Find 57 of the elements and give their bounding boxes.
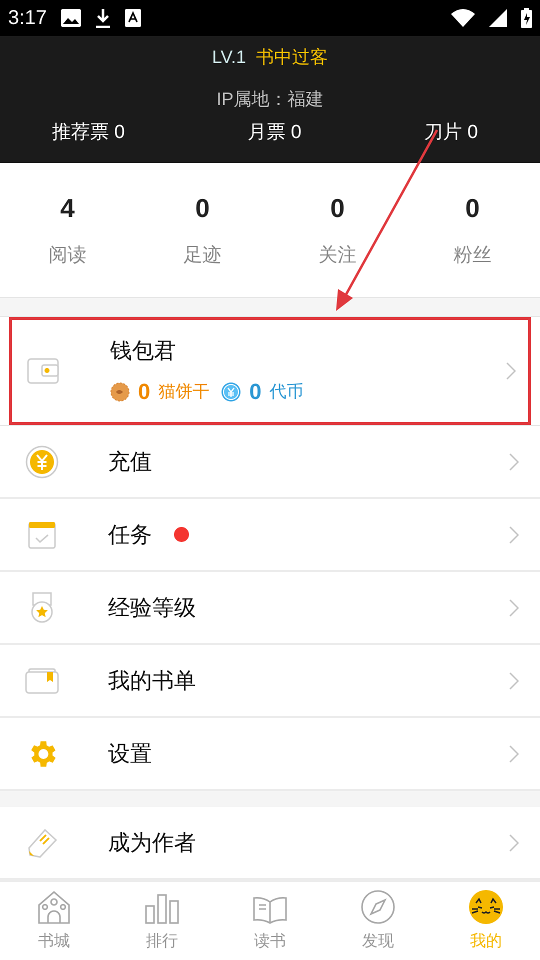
level-label: LV.1 bbox=[212, 46, 246, 70]
coin-icon bbox=[25, 444, 59, 479]
ip-location: IP属地：福建 bbox=[216, 88, 324, 111]
download-icon bbox=[94, 8, 111, 28]
menu-label: 成为作者 bbox=[108, 829, 196, 858]
level-title: 书中过客 bbox=[256, 46, 328, 70]
stat-label[interactable]: 关注 bbox=[318, 242, 356, 271]
battery-icon bbox=[521, 8, 532, 28]
calendar-check-icon bbox=[27, 520, 57, 550]
balance-label: 猫饼干 bbox=[158, 381, 210, 403]
coin-icon bbox=[221, 382, 242, 402]
menu-label: 设置 bbox=[108, 740, 152, 768]
menu-label: 经验等级 bbox=[108, 594, 196, 622]
stat-label[interactable]: 足迹 bbox=[184, 242, 222, 271]
wallet-title: 钱包君 bbox=[110, 337, 177, 366]
keyboard-icon bbox=[124, 8, 141, 27]
menu-label: 任务 bbox=[108, 521, 152, 550]
chevron-right-icon bbox=[509, 744, 519, 763]
highlight-frame[interactable]: 钱包君 0 猫饼干 0 代币 bbox=[9, 317, 531, 426]
balance-amount: 0 bbox=[138, 378, 150, 406]
cat-face-icon bbox=[469, 890, 503, 924]
folder-bookmark-icon bbox=[25, 668, 59, 694]
ticket-count[interactable]: 刀片 0 bbox=[424, 118, 478, 148]
house-icon bbox=[37, 890, 71, 924]
menu-item[interactable]: 经验等级 bbox=[0, 572, 540, 646]
balance-label: 代币 bbox=[270, 381, 304, 403]
bar-chart-icon bbox=[145, 894, 179, 924]
stat-label[interactable]: 粉丝 bbox=[454, 242, 492, 271]
image-icon bbox=[60, 8, 81, 27]
chevron-right-icon bbox=[509, 834, 519, 852]
ticket-count[interactable]: 月票 0 bbox=[248, 118, 302, 148]
wifi-icon bbox=[451, 8, 475, 27]
chevron-right-icon bbox=[509, 598, 519, 617]
chevron-right-icon bbox=[509, 672, 519, 690]
stat-value: 0 bbox=[465, 192, 480, 226]
balance-amount: 0 bbox=[249, 378, 262, 406]
menu-label: 我的书单 bbox=[108, 667, 196, 696]
chevron-right-icon bbox=[506, 362, 516, 380]
menu-item[interactable]: 我的书单 bbox=[0, 645, 540, 718]
signal-icon bbox=[489, 8, 507, 27]
status-time: 3:17 bbox=[8, 6, 47, 31]
stat-label[interactable]: 阅读 bbox=[48, 242, 86, 271]
chevron-right-icon bbox=[509, 452, 519, 471]
stat-value: 0 bbox=[195, 192, 210, 226]
medal-icon bbox=[30, 592, 54, 624]
menu-item[interactable]: 设置 bbox=[0, 718, 540, 792]
stat-value: 0 bbox=[330, 192, 345, 226]
wallet-icon bbox=[27, 358, 59, 384]
chevron-right-icon bbox=[509, 526, 519, 544]
ticket-count[interactable]: 推荐票 0 bbox=[52, 118, 125, 148]
compass-icon bbox=[361, 890, 395, 924]
menu-label: 充值 bbox=[108, 448, 152, 476]
biscuit-icon bbox=[110, 382, 130, 402]
menu-item[interactable]: 任务 bbox=[0, 499, 540, 572]
stat-value: 4 bbox=[60, 192, 75, 226]
menu-item[interactable]: 充值 bbox=[0, 426, 540, 500]
open-book-icon bbox=[253, 896, 287, 924]
